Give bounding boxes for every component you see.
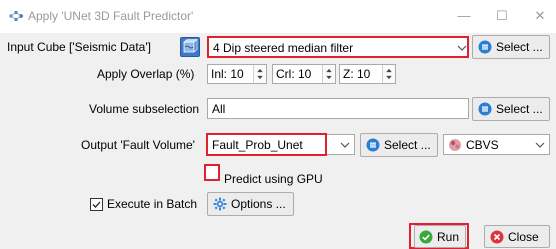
chevron-down-icon [340,142,350,148]
maximize-button[interactable]: ☐ [490,4,514,28]
predict-gpu-label: Predict using GPU [224,172,323,186]
overlap-inl-value: Inl: 10 [211,67,244,81]
spin-arrows-icon[interactable] [322,65,335,83]
apply-overlap-label: Apply Overlap (%) [97,67,195,81]
input-cube-select-button[interactable]: Select ... [472,35,550,59]
spin-arrows-icon[interactable] [382,65,395,83]
execute-batch-checkbox[interactable] [90,198,103,211]
gear-icon [213,197,227,211]
overlap-inl-spinbox[interactable]: Inl: 10 [207,64,267,84]
app-icon [9,10,23,22]
select-icon [478,102,492,116]
input-cube-label: Input Cube ['Seismic Data'] [7,40,151,54]
close-button[interactable]: Close [484,225,550,248]
overlap-crl-value: Crl: 10 [276,67,312,81]
output-fault-volume-value: Fault_Prob_Unet [212,138,303,152]
output-select-button[interactable]: Select ... [360,133,438,157]
storage-format-icon [449,139,461,151]
minimize-button[interactable]: — [452,4,476,28]
volume-subselection-field[interactable]: All [207,98,469,119]
input-cube-value: 4 Dip steered median filter [213,41,354,55]
run-button[interactable]: Run [414,225,466,248]
output-fault-volume-select[interactable]: Fault_Prob_Unet [206,133,355,156]
output-format-value: CBVS [466,138,499,152]
overlap-z-value: Z: 10 [343,67,371,81]
output-select-label: Select ... [384,138,431,152]
overlap-z-spinbox[interactable]: Z: 10 [339,64,396,84]
select-icon [478,40,492,54]
batch-options-label: Options ... [231,197,286,211]
chevron-down-icon [535,142,545,148]
output-format-select[interactable]: CBVS [443,134,550,155]
close-label: Close [508,229,539,244]
window-title: Apply 'UNet 3D Fault Predictor' [28,9,194,23]
volume-subselection-select-button[interactable]: Select ... [472,97,550,121]
volume-subselection-select-label: Select ... [496,102,543,116]
chevron-down-icon [457,45,467,51]
select-icon [366,138,380,152]
close-window-button[interactable]: ✕ [528,4,552,28]
spin-arrows-icon[interactable] [253,65,266,83]
input-cube-select-label: Select ... [496,40,543,54]
volume-subselection-label: Volume subselection [89,102,200,116]
input-cube-select[interactable]: 4 Dip steered median filter [207,36,469,58]
volume-subselection-value: All [212,102,226,116]
overlap-crl-spinbox[interactable]: Crl: 10 [272,64,336,84]
run-check-icon [419,230,433,243]
checkmark-icon [92,201,101,208]
output-fault-volume-label: Output 'Fault Volume' [81,138,195,152]
seismic-cube-icon [183,38,198,53]
execute-batch-label: Execute in Batch [107,197,198,211]
batch-options-button[interactable]: Options ... [207,192,294,216]
close-x-icon [490,230,504,243]
seismic-volume-icon[interactable] [180,37,200,57]
run-label: Run [437,229,460,244]
predict-gpu-checkbox[interactable] [204,164,220,181]
